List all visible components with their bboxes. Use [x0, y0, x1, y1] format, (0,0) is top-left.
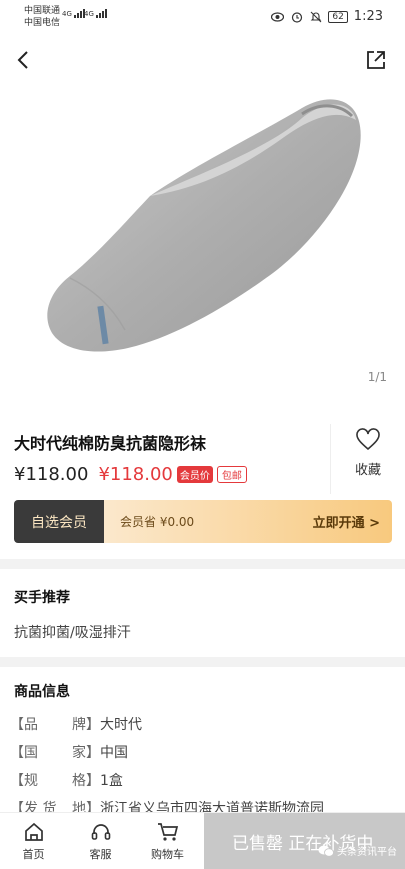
vip-price: ¥118.00 [98, 464, 173, 485]
product-price: ¥118.00 [14, 464, 89, 485]
cart-icon [157, 822, 178, 841]
carrier-info: 中国联通 中国电信 [24, 5, 60, 29]
bottom-action-bar: 首页 客服 购物车 已售罄 正在补货中 头条资讯平台 [0, 812, 405, 869]
nav-home[interactable]: 首页 [0, 813, 67, 869]
share-button[interactable] [365, 49, 389, 73]
headset-icon [91, 823, 110, 840]
section-title: 买手推荐 [14, 590, 70, 606]
info-value: 1盒 [100, 773, 123, 789]
wechat-icon [318, 845, 334, 857]
info-row-country: 【国 家】 中国 [10, 742, 128, 762]
signal-icon: 4G [62, 9, 85, 18]
section-title: 商品信息 [14, 684, 70, 700]
heart-icon [356, 428, 380, 451]
favorite-button[interactable]: 收藏 [345, 428, 391, 478]
watermark: 头条资讯平台 [318, 843, 397, 858]
signal-icon-2: 4G [84, 9, 107, 18]
info-value: 大时代 [100, 717, 142, 733]
back-button[interactable] [12, 48, 36, 72]
info-row-brand: 【品 牌】 大时代 [10, 714, 142, 734]
divider [330, 424, 331, 494]
nav-cart-label: 购物车 [151, 847, 184, 861]
alarm-icon [290, 10, 303, 23]
carrier-1: 中国联通 [24, 6, 61, 16]
price-row: ¥118.00 ¥118.00 会员价 包邮 [14, 464, 247, 485]
product-info-card: 大时代纯棉防臭抗菌隐形袜 ¥118.00 ¥118.00 会员价 包邮 收藏 自… [0, 404, 405, 559]
info-row-spec: 【规 格】 1盒 [10, 770, 123, 790]
free-shipping-badge: 包邮 [216, 466, 247, 483]
battery-indicator: 62 [328, 10, 348, 23]
status-right: 62 1:23 [271, 9, 383, 24]
buyer-recommend-section: 买手推荐 抗菌抑菌/吸湿排汗 [0, 569, 405, 657]
mute-icon [309, 10, 322, 23]
nav-cart[interactable]: 购物车 [134, 813, 201, 869]
image-pager: 1/1 [367, 370, 387, 384]
nav-service[interactable]: 客服 [67, 813, 134, 869]
product-image-sock [40, 78, 370, 362]
info-value: 中国 [100, 745, 128, 761]
carrier-2: 中国电信 [24, 18, 61, 28]
nav-home-label: 首页 [22, 847, 45, 861]
product-title: 大时代纯棉防臭抗菌隐形袜 [14, 434, 207, 453]
home-icon [24, 822, 43, 841]
favorite-label: 收藏 [354, 463, 381, 478]
share-icon [367, 51, 385, 69]
member-offer: 会员省 ¥0.00 立即开通 > [104, 500, 392, 543]
clock: 1:23 [353, 9, 383, 24]
sold-out-button[interactable]: 已售罄 正在补货中 头条资讯平台 [204, 813, 405, 869]
recommend-text: 抗菌抑菌/吸湿排汗 [14, 625, 131, 641]
member-saving: 会员省 ¥0.00 [120, 515, 195, 529]
nav-service-label: 客服 [89, 847, 112, 861]
member-banner[interactable]: 自选会员 会员省 ¥0.00 立即开通 > [14, 500, 392, 543]
member-open-button[interactable]: 立即开通 > [313, 512, 380, 531]
chevron-left-icon [17, 51, 28, 69]
status-bar: 中国联通 中国电信 4G 4G 62 1:23 [0, 0, 405, 36]
member-select-label: 自选会员 [14, 500, 104, 543]
vip-price-badge: 会员价 [176, 466, 213, 483]
eye-icon [271, 10, 285, 23]
product-gallery[interactable]: 1/1 [0, 36, 405, 404]
